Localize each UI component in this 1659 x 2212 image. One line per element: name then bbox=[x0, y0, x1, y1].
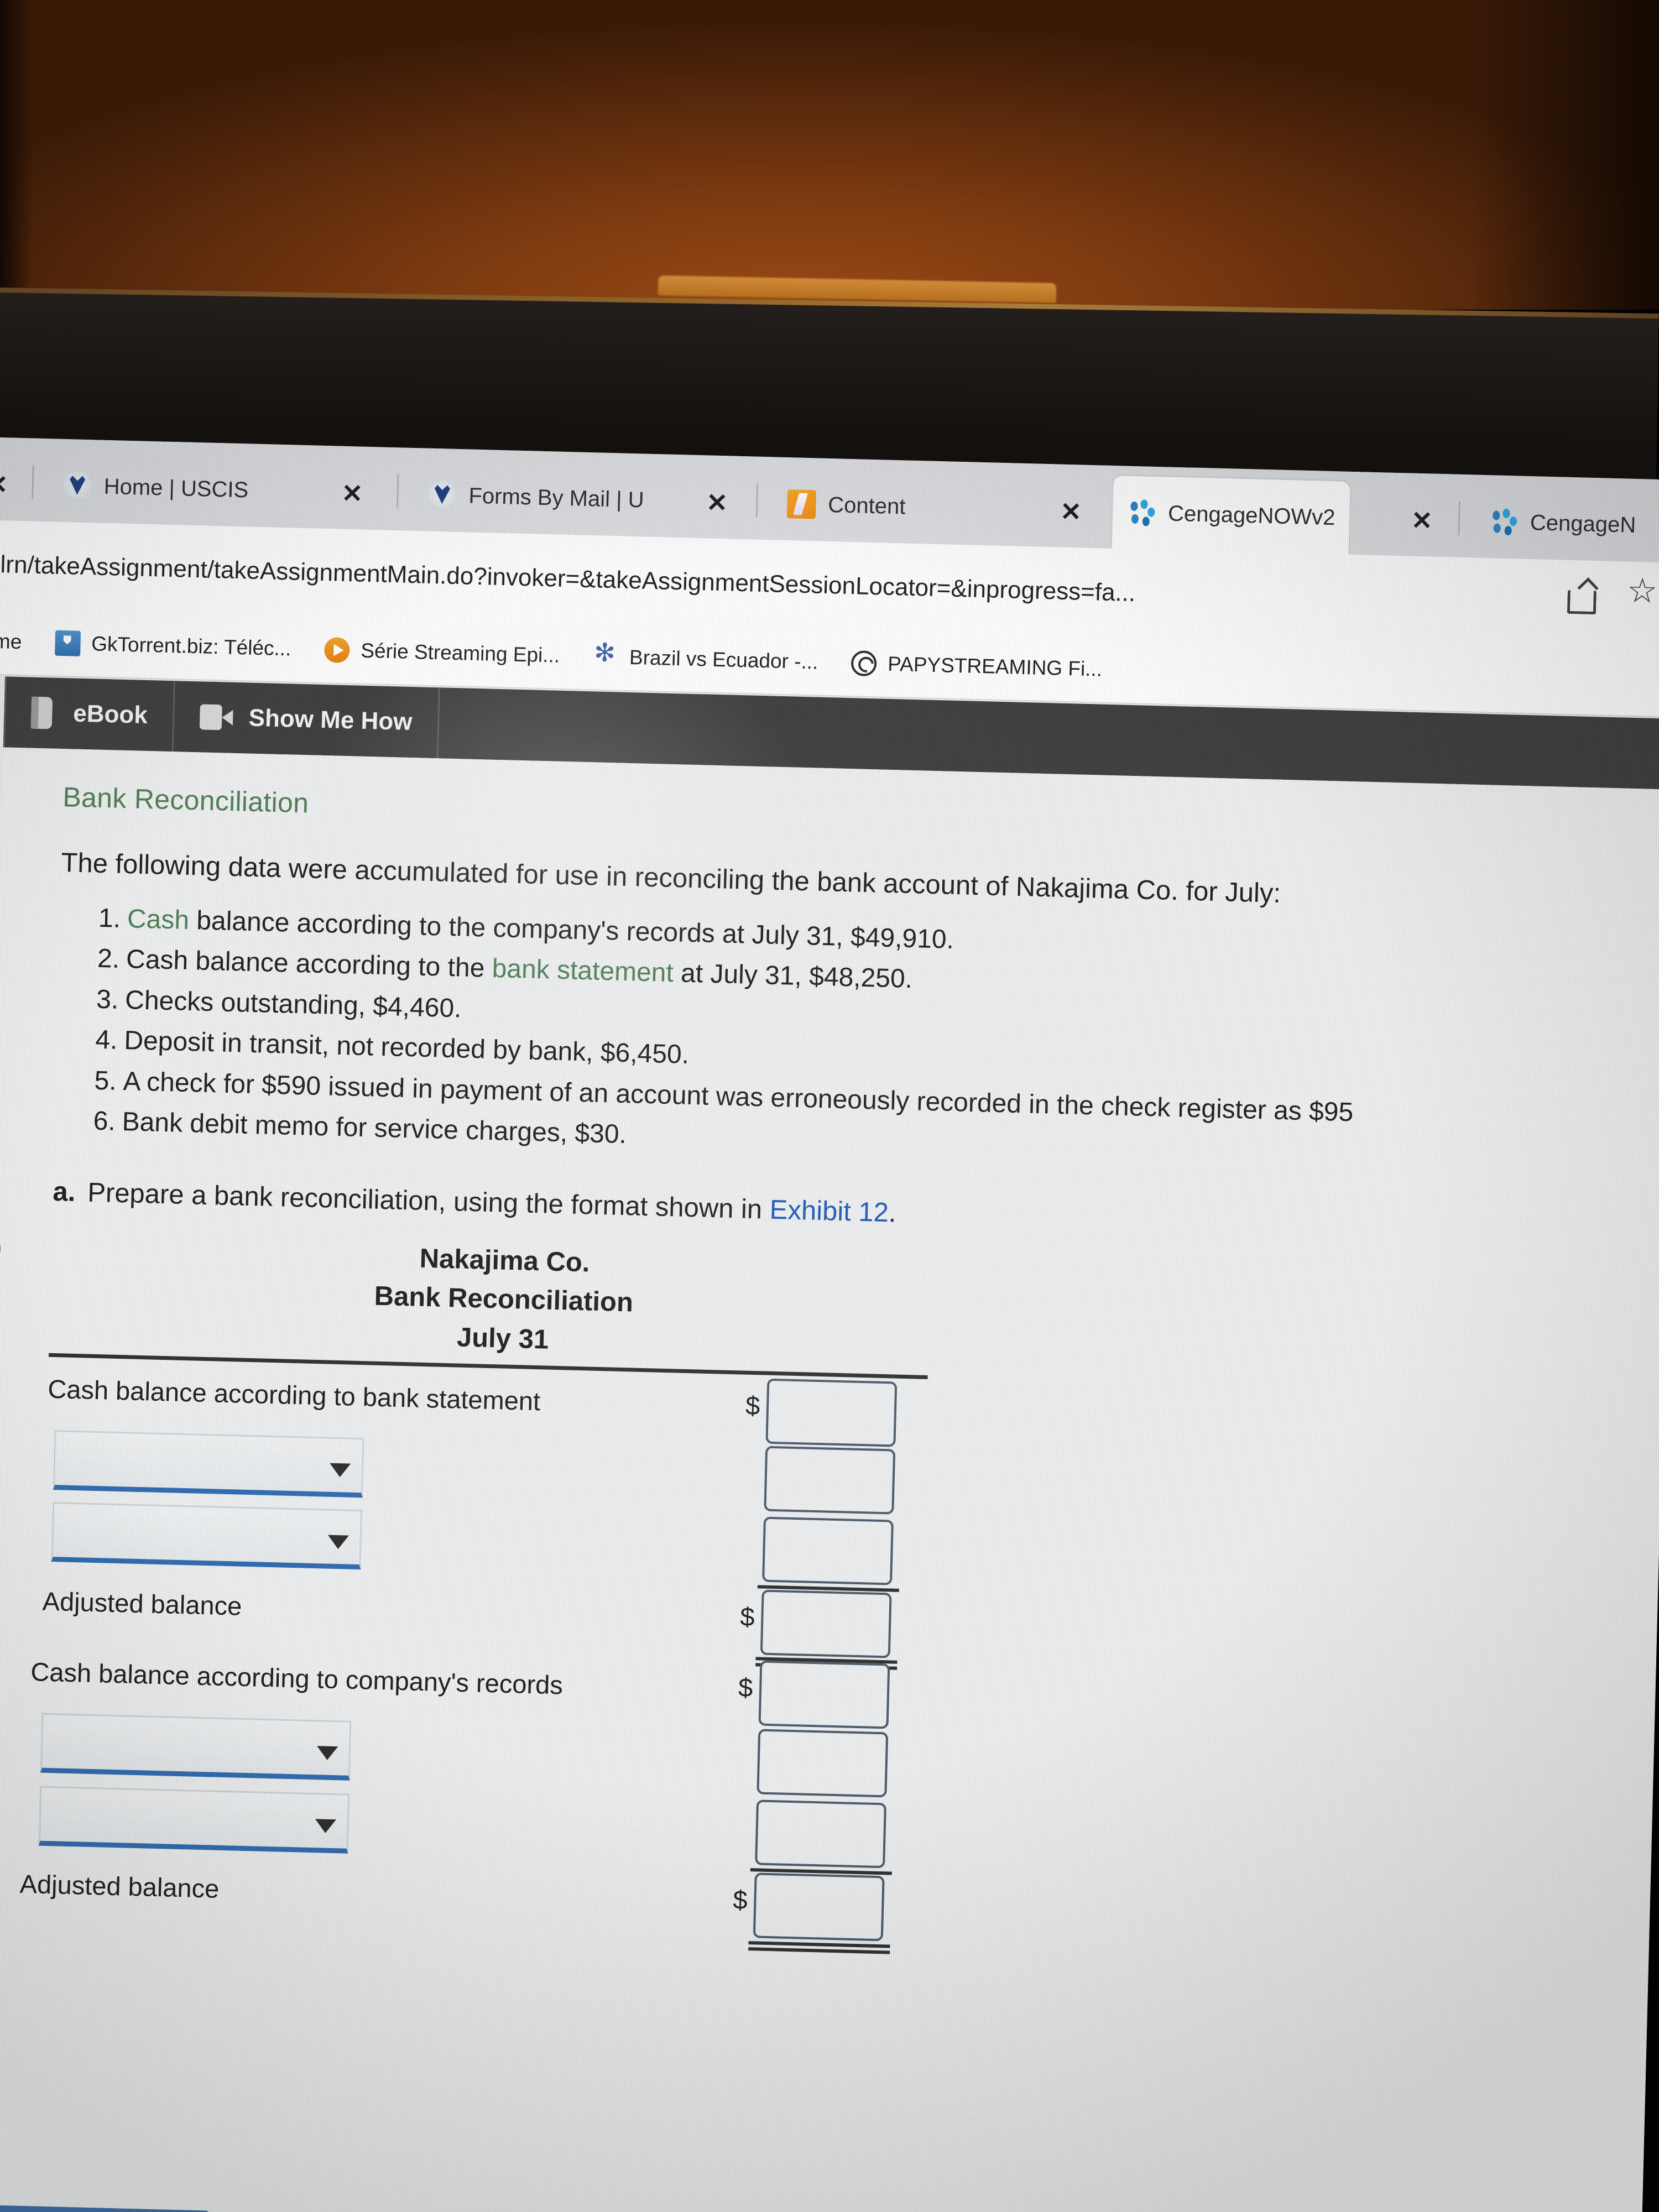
requirement-text-end: . bbox=[888, 1197, 897, 1228]
browser-tab-content[interactable]: Content bbox=[772, 467, 921, 544]
list-text: Checks outstanding, $4,460. bbox=[124, 985, 462, 1024]
bookmark-label: Home bbox=[0, 629, 22, 654]
row-label: Adjusted balance bbox=[42, 1586, 242, 1621]
list-number: 4. bbox=[95, 1025, 118, 1056]
address-input[interactable]: n/ilrn/takeAssignment/takeAssignmentMain… bbox=[0, 550, 1136, 607]
list-number: 6. bbox=[93, 1106, 116, 1136]
wall-shadow-right bbox=[1471, 0, 1659, 310]
wall-shadow-left bbox=[0, 0, 33, 310]
amount-input-company-balance[interactable] bbox=[758, 1660, 890, 1729]
tab-separator bbox=[1458, 500, 1460, 535]
amount-input-bank-deduction[interactable] bbox=[762, 1516, 894, 1585]
browser-tab-forms-by-mail[interactable]: Forms By Mail | U bbox=[413, 458, 659, 537]
bookmark-gktorrent[interactable]: GkTorrent.biz: Téléc... bbox=[38, 630, 308, 662]
ebook-button[interactable]: eBook bbox=[3, 676, 176, 752]
list-number: 2. bbox=[97, 944, 120, 974]
tab-title: CengageN bbox=[1530, 510, 1636, 538]
tab-title: Forms By Mail | U bbox=[468, 483, 645, 513]
page-title: Bank Reconciliation bbox=[62, 781, 309, 819]
tab-close-button[interactable]: ✕ bbox=[1060, 497, 1082, 527]
share-icon[interactable] bbox=[1566, 582, 1597, 614]
amount-input-company-deduction[interactable] bbox=[755, 1799, 887, 1868]
bank-reconciliation-form: Nakajima Co. Bank Reconciliation July 31… bbox=[19, 1231, 958, 1948]
assignment-content: Bank Reconciliation The following data w… bbox=[0, 747, 1659, 2212]
room-wall-background bbox=[0, 0, 1659, 310]
tab-close-button[interactable]: ✕ bbox=[0, 469, 8, 499]
facts-list: 1. Cash balance according to the company'… bbox=[93, 901, 1636, 1177]
tab-separator bbox=[755, 483, 759, 518]
select-bank-deduction[interactable] bbox=[51, 1501, 363, 1569]
list-text: Deposit in transit, not recorded by bank… bbox=[123, 1026, 690, 1070]
laptop-screen: ✕ Home | USCIS ✕ Forms By Mail | U ✕ Con… bbox=[0, 437, 1659, 2212]
show-me-how-button[interactable]: Show Me How bbox=[174, 681, 441, 759]
dollar-sign: $ bbox=[732, 1885, 748, 1914]
dollar-sign: $ bbox=[739, 1601, 755, 1631]
amount-input-bank-balance[interactable] bbox=[765, 1378, 898, 1447]
tab-close-button[interactable]: ✕ bbox=[341, 478, 363, 509]
bookmark-label: PAPYSTREAMING Fi... bbox=[887, 652, 1103, 681]
bookmark-label: Brazil vs Ecuador -... bbox=[629, 645, 818, 674]
bookmark-star-icon[interactable] bbox=[1626, 584, 1658, 615]
bookmark-brazil-vs-ecuador[interactable]: Brazil vs Ecuador -... bbox=[576, 644, 835, 676]
ebook-label: eBook bbox=[72, 700, 148, 729]
list-text: Cash balance according to the bbox=[126, 945, 493, 984]
book-icon bbox=[31, 697, 59, 729]
select-bank-addition[interactable] bbox=[53, 1430, 364, 1498]
papy-icon bbox=[851, 650, 877, 677]
content-orange-icon bbox=[786, 489, 817, 519]
tab-separator bbox=[396, 474, 399, 509]
bookmark-papystreaming[interactable]: PAPYSTREAMING Fi... bbox=[834, 650, 1119, 682]
list-text: at July 31, $48,250. bbox=[673, 958, 913, 994]
tab-title: Home | USCIS bbox=[103, 474, 249, 502]
amount-input-company-addition[interactable] bbox=[757, 1729, 889, 1798]
sparkle-icon bbox=[593, 644, 619, 670]
bookmark-home[interactable]: Home bbox=[0, 629, 39, 654]
cengage-icon bbox=[1127, 498, 1156, 528]
browser-tab-home-uscis[interactable]: Home | USCIS bbox=[48, 448, 264, 527]
form-heading: Nakajima Co. Bank Reconciliation July 31 bbox=[49, 1231, 958, 1368]
requirement-text: Prepare a bank reconciliation, using the… bbox=[87, 1177, 770, 1225]
row-label: Cash balance according to company's reco… bbox=[30, 1656, 564, 1700]
dollar-sign: $ bbox=[745, 1390, 760, 1420]
bookmark-serie-streaming[interactable]: Série Streaming Epi... bbox=[307, 637, 577, 669]
tab-close-button[interactable]: ✕ bbox=[1411, 505, 1433, 536]
dollar-sign: $ bbox=[738, 1672, 754, 1702]
browser-tab-cengage-second[interactable]: CengageN bbox=[1474, 485, 1651, 562]
tab-title: Content bbox=[827, 492, 906, 519]
requirement-a: a. Prepare a bank reconciliation, using t… bbox=[53, 1176, 1629, 1247]
term-link[interactable]: Cash bbox=[127, 904, 189, 935]
list-number: 5. bbox=[93, 1066, 117, 1096]
term-link[interactable]: bank statement bbox=[492, 954, 674, 988]
play-icon bbox=[324, 637, 350, 664]
amount-input-bank-addition[interactable] bbox=[764, 1446, 896, 1515]
row-label: Cash balance according to bank statement bbox=[47, 1374, 541, 1416]
tab-title: CengageNOWv2 bbox=[1167, 501, 1336, 530]
list-number: 1. bbox=[98, 903, 121, 933]
amount-input-adjusted-bank[interactable] bbox=[760, 1589, 892, 1658]
bookmark-label: Série Streaming Epi... bbox=[360, 639, 560, 667]
exhibit-12-link[interactable]: Exhibit 12 bbox=[769, 1194, 889, 1227]
requirement-label: a. bbox=[52, 1176, 76, 1207]
uscis-shield-icon bbox=[62, 471, 92, 501]
download-icon bbox=[54, 630, 81, 656]
browser-tab-cengagenowv2[interactable]: CengageNOWv2 bbox=[1112, 475, 1351, 555]
select-company-addition[interactable] bbox=[40, 1713, 352, 1781]
uscis-shield-icon bbox=[427, 480, 457, 510]
video-icon bbox=[200, 704, 234, 731]
tab-close-button[interactable]: ✕ bbox=[706, 487, 728, 518]
select-company-deduction[interactable] bbox=[38, 1786, 350, 1854]
bookmark-label: GkTorrent.biz: Téléc... bbox=[91, 632, 291, 660]
double-rule bbox=[748, 1940, 890, 1948]
show-me-how-label: Show Me How bbox=[248, 704, 413, 736]
amount-input-adjusted-company[interactable] bbox=[753, 1872, 885, 1941]
list-text: Bank debit memo for service charges, $30… bbox=[122, 1107, 627, 1150]
list-number: 3. bbox=[96, 984, 119, 1015]
cengage-icon bbox=[1489, 507, 1518, 536]
tab-separator bbox=[32, 465, 34, 499]
row-label: Adjusted balance bbox=[19, 1869, 220, 1903]
